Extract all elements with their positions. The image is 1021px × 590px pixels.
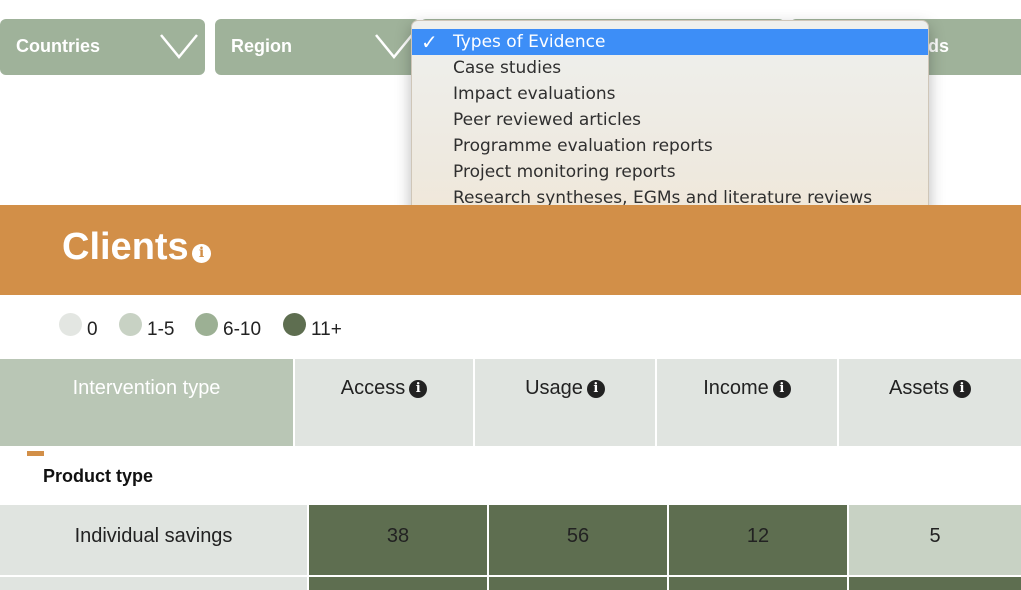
legend-swatch [119, 313, 142, 336]
region-filter[interactable]: Region [215, 19, 420, 75]
table-cell[interactable]: 12 [669, 505, 847, 575]
dropdown-option[interactable]: Peer reviewed articles [412, 107, 928, 133]
legend-swatch [195, 313, 218, 336]
column-header-label: Intervention type [72, 377, 221, 399]
dropdown-option[interactable]: Impact evaluations [412, 81, 928, 107]
dropdown-option-label: Programme evaluation reports [453, 136, 713, 156]
info-icon[interactable]: i [409, 380, 428, 398]
table-cell[interactable] [669, 577, 847, 590]
info-icon[interactable]: i [953, 380, 972, 398]
column-header-intervention-type: Intervention type [0, 359, 293, 446]
chevron-down-icon [160, 34, 198, 59]
table-cell[interactable] [489, 577, 667, 590]
legend-label: 0 [87, 319, 98, 340]
dropdown-option[interactable]: Case studies [412, 55, 928, 81]
dropdown-option[interactable]: Programme evaluation reports [412, 133, 928, 159]
cell-value: 5 [929, 525, 941, 547]
column-header-label: Income [703, 377, 769, 399]
group-label: Product type [43, 466, 154, 486]
column-header-label: Usage [525, 377, 583, 399]
column-header-access: Access i [295, 359, 473, 446]
column-header-label: Access [340, 377, 406, 399]
cell-value: 12 [746, 525, 770, 547]
table-cell[interactable]: 5 [849, 505, 1021, 575]
table-cell[interactable] [309, 577, 487, 590]
dropdown-option[interactable]: Project monitoring reports [412, 159, 928, 185]
countries-filter-label: Countries [16, 36, 101, 56]
cell-value: 56 [566, 525, 590, 547]
legend-swatch [59, 313, 82, 336]
row-label: Individual savings [0, 505, 307, 575]
legend-label: 6-10 [223, 319, 262, 340]
column-header-income: Income i [657, 359, 837, 446]
dropdown-option[interactable]: ✓ Types of Evidence [412, 29, 928, 55]
column-header-assets: Assets i [839, 359, 1021, 446]
region-filter-label: Region [231, 36, 292, 56]
info-icon[interactable]: i [586, 380, 605, 398]
column-header-label: Assets [888, 377, 950, 399]
table-cell[interactable]: 38 [309, 505, 487, 575]
dropdown-option-label: Impact evaluations [453, 84, 616, 104]
dropdown-option-label: Peer reviewed articles [453, 110, 642, 130]
chevron-down-icon [375, 34, 413, 59]
table-cell[interactable]: 56 [489, 505, 667, 575]
info-icon[interactable]: i [192, 244, 211, 263]
legend-label: 11+ [311, 319, 342, 340]
column-header-usage: Usage i [475, 359, 655, 446]
row-label-text: Individual savings [74, 525, 233, 547]
dropdown-option-label: Types of Evidence [453, 32, 606, 52]
dropdown-option-label: Project monitoring reports [453, 162, 676, 182]
legend-label: 1-5 [147, 319, 175, 340]
dropdown-option-label: Case studies [453, 58, 562, 78]
table-cell [0, 577, 307, 590]
legend-swatch [283, 313, 306, 336]
cell-value: 38 [386, 525, 410, 547]
info-icon[interactable]: i [772, 380, 791, 398]
countries-filter[interactable]: Countries [0, 19, 205, 75]
section-title: Clients [62, 226, 189, 268]
checkmark-icon: ✓ [421, 30, 438, 54]
table-cell[interactable] [849, 577, 1021, 590]
